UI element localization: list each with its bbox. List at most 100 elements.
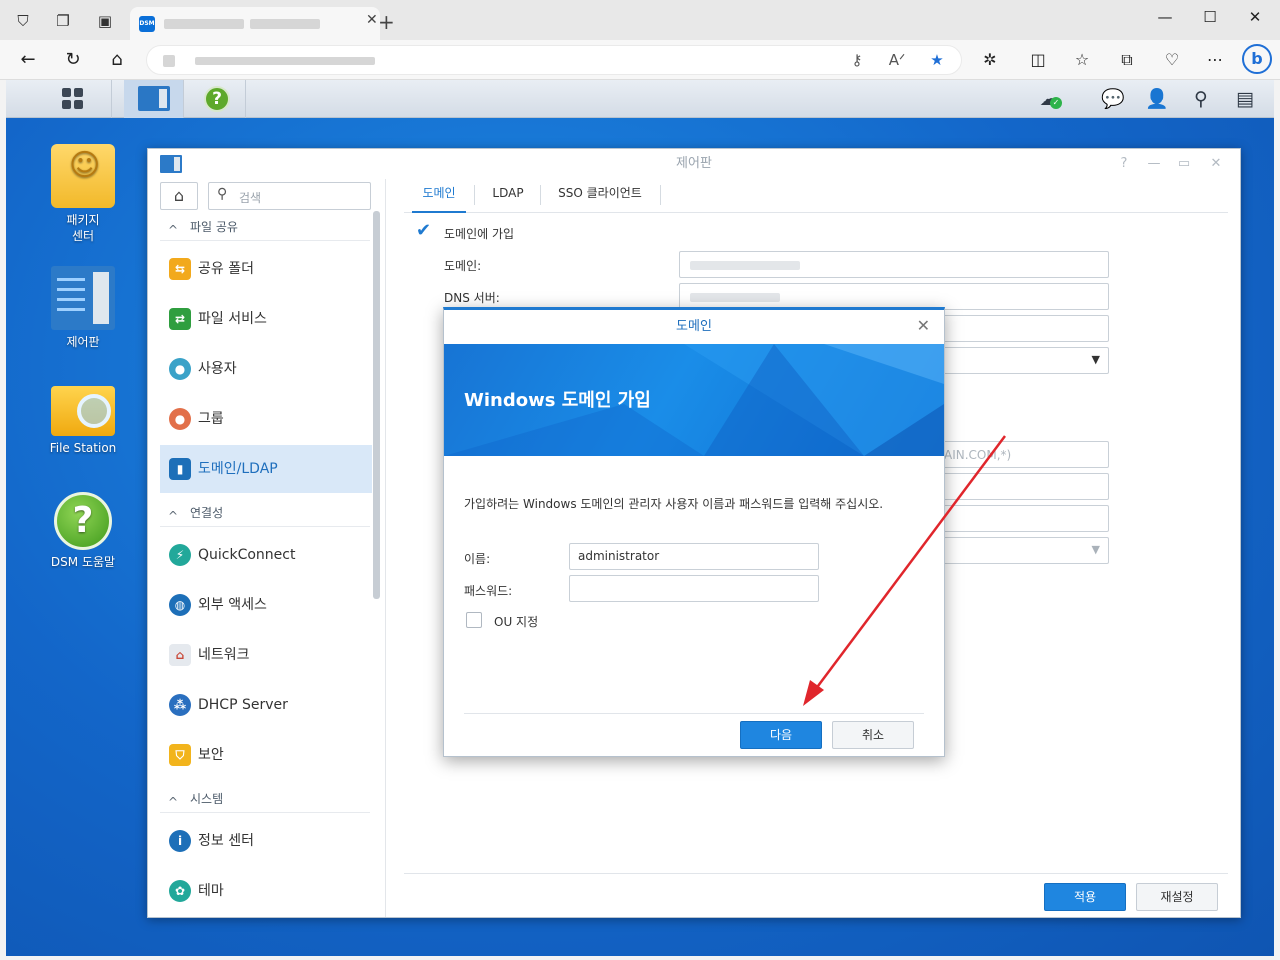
domain-input[interactable] bbox=[679, 251, 1109, 278]
favorites-icon[interactable]: ☆ bbox=[1070, 49, 1094, 71]
taskbar-help[interactable]: ? bbox=[186, 80, 246, 118]
tab-bar: 도메인 LDAP SSO 클라이언트 bbox=[404, 179, 1228, 213]
dns-server-input[interactable] bbox=[679, 283, 1109, 310]
next-button[interactable]: 다음 bbox=[740, 721, 822, 749]
tab-title-blurred bbox=[164, 19, 244, 29]
read-aloud-icon[interactable]: Aᐟ bbox=[885, 49, 909, 71]
browser-tab-active[interactable]: DSM ✕ bbox=[130, 7, 380, 40]
section-system[interactable]: 시스템 bbox=[160, 785, 370, 816]
home-button[interactable]: ⌂ bbox=[160, 182, 198, 210]
ou-label: OU 지정 bbox=[494, 615, 539, 629]
browser-tab-bar: ⛉ ❐ ▣ DSM ✕ + — ☐ ✕ bbox=[0, 0, 1280, 40]
tab-divider bbox=[474, 185, 475, 205]
dialog-footer-divider bbox=[464, 713, 924, 714]
key-icon[interactable]: ⚷ bbox=[845, 49, 869, 71]
sidebar-item-security[interactable]: ⛉ 보안 bbox=[160, 731, 372, 779]
home-icon: ⌂ bbox=[173, 186, 185, 205]
close-icon[interactable]: ✕ bbox=[1240, 6, 1270, 28]
sidebar-item-network[interactable]: ⌂ 네트워크 bbox=[160, 631, 372, 679]
heart-pulse-icon[interactable]: ♡ bbox=[1160, 49, 1184, 71]
tab-divider bbox=[540, 185, 541, 205]
close-icon[interactable]: ✕ bbox=[917, 316, 930, 335]
sidebar-item-domain-ldap[interactable]: ▮ 도메인/LDAP bbox=[160, 445, 372, 493]
more-icon[interactable]: ⋯ bbox=[1203, 49, 1227, 71]
sidebar-item-label: 정보 센터 bbox=[198, 833, 254, 849]
sidebar-item-info-center[interactable]: i 정보 센터 bbox=[160, 817, 372, 865]
ou-checkbox[interactable] bbox=[466, 612, 482, 628]
taskbar-control-panel[interactable] bbox=[124, 80, 184, 118]
widgets-icon[interactable]: ▤ bbox=[1232, 87, 1258, 111]
tab-close-icon[interactable]: ✕ bbox=[366, 12, 378, 28]
sidebar-item-file-services[interactable]: ⇄ 파일 서비스 bbox=[160, 295, 372, 343]
section-file-sharing[interactable]: 파일 공유 bbox=[160, 213, 370, 244]
collections-icon[interactable]: ❐ bbox=[52, 10, 74, 32]
maximize-icon[interactable]: ☐ bbox=[1195, 6, 1225, 28]
maximize-icon[interactable]: ▭ bbox=[1174, 154, 1194, 174]
minimize-icon[interactable]: — bbox=[1150, 6, 1180, 28]
sidebar-item-group[interactable]: ● 그룹 bbox=[160, 395, 372, 443]
password-label: 패스워드: bbox=[464, 584, 513, 598]
sidebar-scrollbar[interactable] bbox=[373, 211, 380, 599]
sidebar-item-label: 파일 서비스 bbox=[198, 311, 267, 327]
search-icon[interactable]: ⚲ bbox=[1188, 87, 1214, 111]
home-icon[interactable]: ⌂ bbox=[105, 49, 129, 71]
split-screen-icon[interactable]: ◫ bbox=[1026, 49, 1050, 71]
url-input[interactable]: ⚷ Aᐟ ★ bbox=[146, 45, 962, 75]
user-icon[interactable]: 👤 bbox=[1144, 87, 1170, 111]
tab-ldap[interactable]: LDAP bbox=[480, 179, 536, 213]
cancel-button[interactable]: 취소 bbox=[832, 721, 914, 749]
footer-divider bbox=[404, 873, 1228, 874]
password-input[interactable] bbox=[569, 575, 819, 602]
back-icon[interactable]: ← bbox=[16, 49, 40, 71]
reset-button[interactable]: 재설정 bbox=[1136, 883, 1218, 911]
search-input[interactable]: ⚲ 검색 bbox=[208, 182, 371, 210]
dialog-description: 가입하려는 Windows 도메인의 관리자 사용자 이름과 패스워드를 입력해… bbox=[464, 497, 884, 511]
desktop-package-center[interactable]: 패키지 센터 bbox=[33, 144, 133, 244]
close-icon[interactable]: ✕ bbox=[1206, 154, 1226, 174]
desktop-control-panel[interactable]: 제어판 bbox=[33, 266, 133, 350]
sidebar-item-label: 그룹 bbox=[198, 411, 224, 427]
dhcp-icon: ⁂ bbox=[169, 694, 191, 716]
sidebar-item-dhcp-server[interactable]: ⁂ DHCP Server bbox=[160, 681, 372, 729]
help-icon[interactable]: ? bbox=[1114, 154, 1134, 174]
new-tab-button[interactable]: + bbox=[378, 12, 395, 32]
minimize-icon[interactable]: — bbox=[1144, 154, 1164, 174]
desktop-item-label: File Station bbox=[49, 441, 117, 455]
join-domain-checkbox[interactable]: ✔ bbox=[416, 222, 432, 240]
tab-domain[interactable]: 도메인 bbox=[412, 179, 466, 213]
grid-menu-icon bbox=[62, 88, 84, 110]
info-icon: i bbox=[169, 830, 191, 852]
bing-icon[interactable]: b bbox=[1242, 44, 1272, 74]
tab-divider bbox=[660, 185, 661, 205]
main-menu-button[interactable] bbox=[32, 80, 112, 118]
cloud-sync-icon[interactable]: ☁ ✓ bbox=[1036, 87, 1062, 111]
name-input[interactable]: administrator bbox=[569, 543, 819, 570]
collections-add-icon[interactable]: ⧉ bbox=[1115, 49, 1139, 71]
palette-icon: ✿ bbox=[169, 880, 191, 902]
desktop-file-station[interactable]: File Station bbox=[33, 374, 133, 456]
sidebar-item-shared-folder[interactable]: ⇆ 공유 폴더 bbox=[160, 245, 372, 293]
sidebar-item-external-access[interactable]: ◍ 외부 액세스 bbox=[160, 581, 372, 629]
sidebar-item-theme[interactable]: ✿ 테마 bbox=[160, 867, 372, 915]
shield-icon[interactable]: ⛉ bbox=[12, 10, 34, 32]
apply-button[interactable]: 적용 bbox=[1044, 883, 1126, 911]
favorite-star-icon[interactable]: ★ bbox=[925, 49, 949, 71]
quickconnect-icon: ⚡ bbox=[169, 544, 191, 566]
dns-server-label: DNS 서버: bbox=[444, 291, 500, 305]
tab-sso-client[interactable]: SSO 클라이언트 bbox=[546, 179, 654, 213]
site-info-icon[interactable] bbox=[163, 55, 175, 67]
extensions-icon[interactable]: ✲ bbox=[978, 49, 1002, 71]
desktop-dsm-help[interactable]: ? DSM 도움말 bbox=[33, 492, 133, 570]
notifications-icon[interactable]: 💬 bbox=[1100, 87, 1126, 111]
section-connectivity[interactable]: 연결성 bbox=[160, 499, 370, 530]
dialog-title: 도메인 bbox=[676, 319, 712, 334]
tab-icon[interactable]: ▣ bbox=[94, 10, 116, 32]
sidebar-item-user[interactable]: ● 사용자 bbox=[160, 345, 372, 393]
refresh-icon[interactable]: ↻ bbox=[61, 49, 85, 71]
sidebar-item-label: 사용자 bbox=[198, 361, 237, 377]
sidebar-item-quickconnect[interactable]: ⚡ QuickConnect bbox=[160, 531, 372, 579]
chevron-down-icon: ▼ bbox=[1091, 543, 1100, 556]
sidebar-item-label: QuickConnect bbox=[198, 547, 296, 563]
tab-title-blurred bbox=[250, 19, 320, 29]
chevron-down-icon: ▼ bbox=[1091, 353, 1100, 366]
